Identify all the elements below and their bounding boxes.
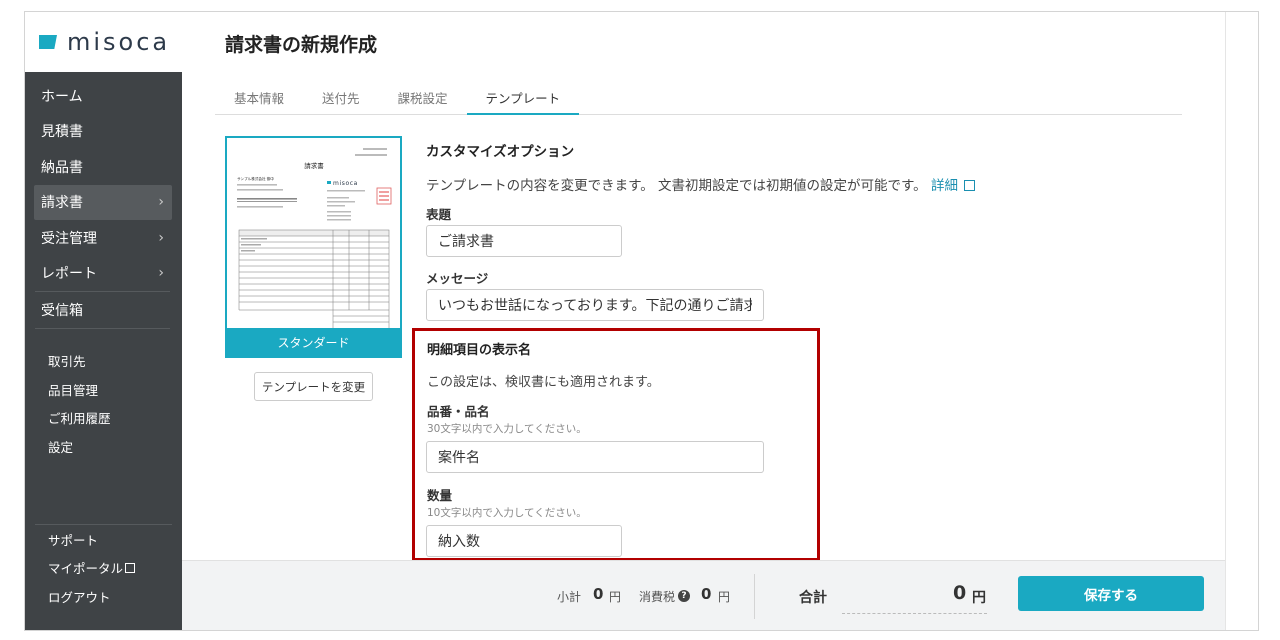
sidebar-item-label: ホーム [41, 88, 83, 105]
message-label: メッセージ [426, 271, 489, 286]
sidebar-item-support[interactable]: サポート [25, 525, 182, 554]
detail-names-description: この設定は、検収書にも適用されます。 [427, 375, 660, 390]
detail-names-title: 明細項目の表示名 [427, 343, 532, 358]
item-name-hint: 30文字以内で入力してください。 [427, 423, 587, 435]
heading-label: 表題 [426, 207, 452, 222]
item-name-input[interactable] [426, 441, 764, 473]
logo-mark-icon [39, 35, 57, 49]
tab-tax-settings[interactable]: 課税設定 [379, 84, 467, 115]
preview-brand: misoca [333, 180, 358, 187]
external-link-icon [125, 562, 136, 573]
external-link-icon [963, 180, 975, 191]
tax-label: 消費税 [639, 590, 676, 604]
tax-value: 0 [701, 585, 712, 603]
customize-options-title: カスタマイズオプション [426, 144, 575, 160]
subtotal-value: 0 [593, 585, 604, 603]
sidebar-item-logout[interactable]: ログアウト [25, 582, 182, 611]
sidebar-item-inbox[interactable]: 受信箱 [25, 292, 182, 328]
customize-description-text: テンプレートの内容を変更できます。 文書初期設定では初期値の設定が可能です。 [426, 178, 927, 194]
sidebar-main-nav: ホーム見積書納品書請求書 › 受注管理 › レポート › 受信箱 [25, 72, 182, 329]
item-name-label: 品番・品名 [427, 404, 490, 419]
right-gutter [1225, 12, 1258, 630]
preview-title: 請求書 [304, 161, 324, 170]
logo[interactable]: misoca [25, 12, 182, 72]
sidebar-item-label: レポート [41, 266, 97, 283]
save-button[interactable]: 保存する [1018, 576, 1204, 611]
quantity-label: 数量 [427, 488, 453, 503]
total-yen: 円 [972, 590, 986, 606]
sidebar-item-my-portal[interactable]: マイポータル [25, 554, 182, 583]
logo-text: misoca [67, 28, 171, 56]
template-preview-card[interactable]: 請求書 サンプル株式会社 御中 misoca スタンダード [225, 136, 402, 358]
page-title: 請求書の新規作成 [225, 34, 378, 56]
tax-yen: 円 [718, 590, 731, 604]
totals-footer: 小計 0 円 消費税 ? 0 円 合計 0 円 保存する [182, 560, 1225, 630]
sidebar-item-estimates[interactable]: 見積書 [25, 114, 182, 150]
sidebar-item-usage-history[interactable]: ご利用履歴 [25, 404, 182, 433]
help-icon[interactable]: ? [678, 590, 690, 602]
sidebar-item-label: 納品書 [41, 159, 83, 176]
app-window: misoca ホーム 見積書 納品書 請求書 › 受注管理 › レポート › 受信箱 取引先 品目管… [24, 11, 1259, 631]
sidebar-item-invoices[interactable]: 請求書 › [34, 184, 172, 220]
sidebar-item-reports[interactable]: レポート › [25, 256, 182, 292]
tab-recipient[interactable]: 送付先 [303, 84, 379, 115]
sidebar-item-label: サポート [48, 532, 99, 548]
quantity-hint: 10文字以内で入力してください。 [427, 507, 587, 519]
quantity-input[interactable] [426, 525, 622, 557]
sidebar-item-delivery-notes[interactable]: 納品書 [25, 149, 182, 185]
subtotal-label: 小計 [557, 590, 582, 604]
sidebar-item-orders[interactable]: 受注管理 › [25, 220, 182, 256]
subtotal-yen: 円 [609, 590, 622, 604]
total-label: 合計 [799, 590, 827, 606]
template-name: スタンダード [227, 328, 400, 356]
sidebar: misoca ホーム見積書納品書請求書 › 受注管理 › レポート › 受信箱 取引先 品目管… [25, 12, 182, 630]
message-input[interactable] [426, 289, 764, 321]
detail-link-label: 詳細 [930, 178, 958, 194]
sidebar-bottom-nav: サポート マイポータル ログアウト [25, 524, 182, 611]
sidebar-item-clients[interactable]: 取引先 [25, 347, 182, 376]
sidebar-item-label: 受注管理 [41, 230, 97, 247]
chevron-right-icon: › [158, 265, 164, 282]
sidebar-sub-nav: 取引先 品目管理 ご利用履歴 設定 [25, 329, 182, 461]
sidebar-item-label: ログアウト [48, 589, 111, 605]
tab-bar: 基本情報 送付先 課税設定 テンプレート [215, 84, 1182, 115]
tab-template[interactable]: テンプレート [466, 84, 580, 115]
chevron-right-icon: › [158, 229, 164, 246]
main-content: 請求書の新規作成 基本情報 送付先 課税設定 テンプレート 請求書 サンプル株式… [182, 12, 1225, 561]
change-template-button[interactable]: テンプレートを変更 [254, 372, 373, 401]
tab-basic-info[interactable]: 基本情報 [215, 84, 303, 115]
sidebar-item-items[interactable]: 品目管理 [25, 375, 182, 404]
divider [754, 574, 755, 619]
sidebar-item-label: マイポータル [48, 561, 124, 577]
sidebar-item-home[interactable]: ホーム [25, 78, 182, 114]
preview-company: サンプル株式会社 御中 [237, 176, 274, 181]
divider [842, 613, 987, 614]
template-preview-image: 請求書 サンプル株式会社 御中 misoca [233, 142, 395, 328]
customize-description: テンプレートの内容を変更できます。 文書初期設定では初期値の設定が可能です。 詳… [426, 174, 975, 194]
heading-input[interactable] [426, 225, 622, 257]
chevron-right-icon: › [158, 194, 164, 211]
detail-link[interactable]: 詳細 [931, 178, 975, 194]
sidebar-item-label: 請求書 [41, 195, 83, 212]
total-value: 0 [953, 582, 967, 604]
sidebar-item-settings[interactable]: 設定 [25, 432, 182, 461]
sidebar-item-label: 受信箱 [41, 302, 83, 319]
sidebar-item-label: 見積書 [41, 124, 83, 141]
